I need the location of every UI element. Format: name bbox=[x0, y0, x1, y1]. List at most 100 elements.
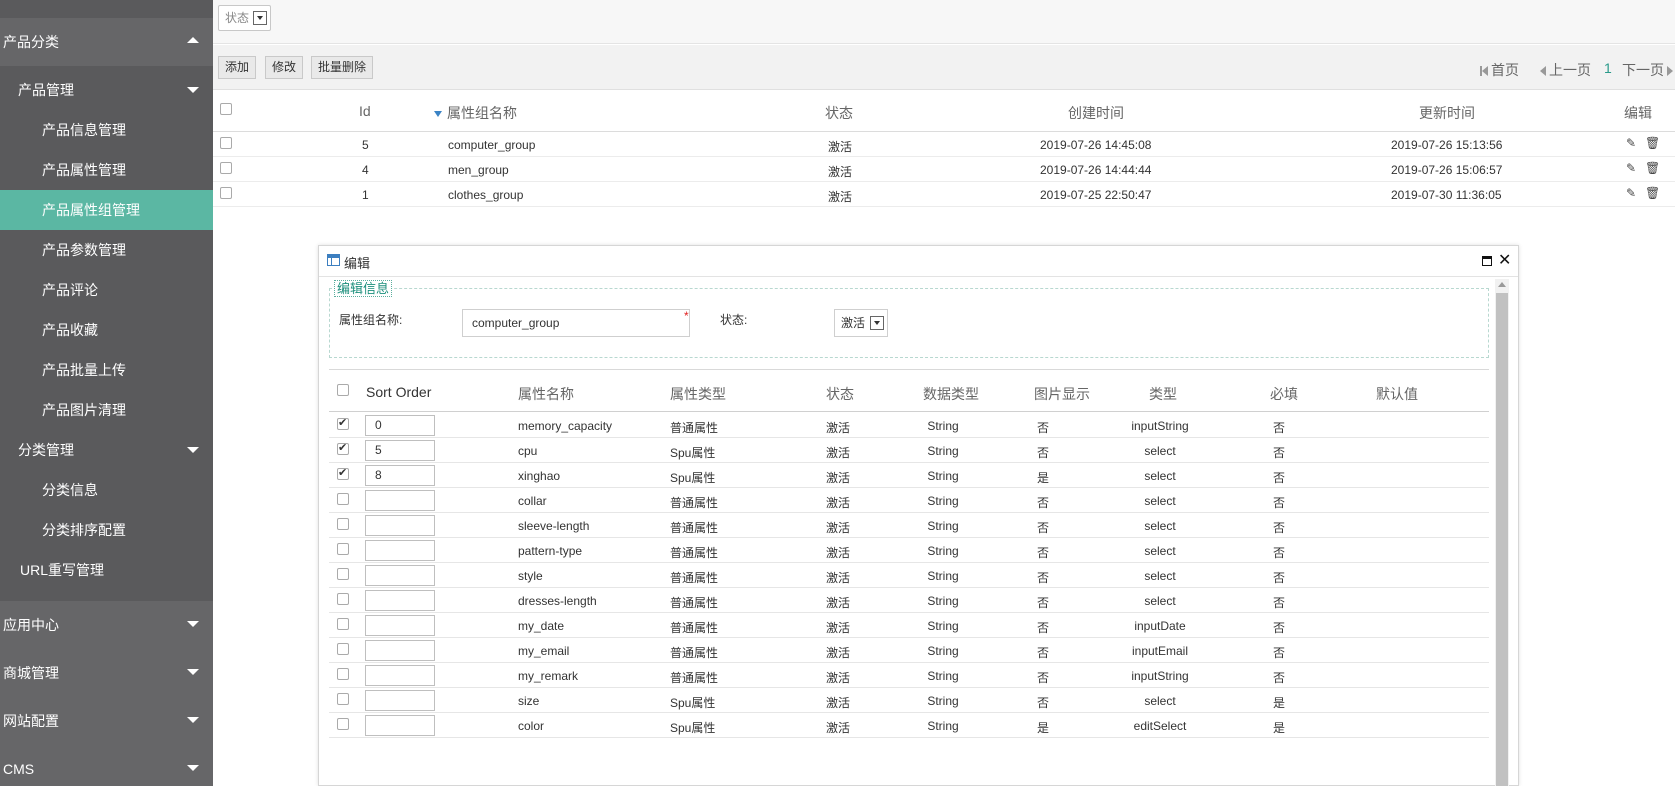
sort-order-input[interactable] bbox=[365, 715, 435, 736]
scrollbar-thumb[interactable] bbox=[1496, 293, 1508, 786]
scroll-up-arrow-icon[interactable] bbox=[1498, 282, 1506, 287]
attribute-row[interactable]: 8 xinghao Spu属性 激活 String 是 select 否 bbox=[329, 463, 1489, 488]
attribute-row[interactable]: my_email 普通属性 激活 String 否 inputEmail 否 bbox=[329, 638, 1489, 663]
select-all-attributes-checkbox[interactable] bbox=[337, 384, 349, 396]
attribute-row[interactable]: pattern-type 普通属性 激活 String 否 select 否 bbox=[329, 538, 1489, 563]
trash-icon[interactable]: 🗑 bbox=[1645, 187, 1660, 199]
sort-order-input[interactable] bbox=[365, 565, 435, 586]
row-checkbox[interactable] bbox=[220, 137, 232, 149]
pencil-icon[interactable]: ✎ bbox=[1626, 137, 1638, 149]
sidebar-item-category-info[interactable]: 分类信息 bbox=[0, 470, 213, 510]
attribute-row-checkbox[interactable] bbox=[337, 416, 349, 430]
attribute-row-checkbox[interactable] bbox=[337, 693, 349, 705]
row-checkbox[interactable] bbox=[220, 187, 232, 199]
select-all-checkbox[interactable] bbox=[220, 103, 232, 115]
column-header-name[interactable]: 属性组名称 bbox=[434, 103, 517, 123]
pencil-icon[interactable]: ✎ bbox=[1626, 187, 1638, 199]
pencil-icon[interactable]: ✎ bbox=[1626, 162, 1638, 174]
sort-order-input[interactable] bbox=[365, 615, 435, 636]
attribute-row[interactable]: style 普通属性 激活 String 否 select 否 bbox=[329, 563, 1489, 588]
sort-order-input[interactable] bbox=[365, 690, 435, 711]
attribute-row-checkbox[interactable] bbox=[337, 643, 349, 655]
status-filter-select[interactable]: 状态 bbox=[218, 5, 271, 31]
sort-order-input[interactable]: 0 bbox=[365, 415, 435, 436]
column-header-status[interactable]: 状态 bbox=[825, 103, 853, 123]
sort-order-input[interactable]: 8 bbox=[365, 465, 435, 486]
trash-icon[interactable]: 🗑 bbox=[1645, 162, 1660, 174]
column-header-created[interactable]: 创建时间 bbox=[1068, 103, 1124, 123]
dialog-titlebar[interactable]: 编辑 ✕ bbox=[319, 246, 1518, 277]
sort-order-input[interactable] bbox=[365, 540, 435, 561]
attribute-row[interactable]: collar 普通属性 激活 String 否 select 否 bbox=[329, 488, 1489, 513]
attribute-row-checkbox[interactable] bbox=[337, 593, 349, 605]
sidebar-item-product-info[interactable]: 产品信息管理 bbox=[0, 110, 213, 150]
attribute-row-checkbox[interactable] bbox=[337, 543, 349, 555]
attribute-row-checkbox[interactable] bbox=[337, 466, 349, 480]
attribute-row-checkbox[interactable] bbox=[337, 493, 349, 505]
attribute-row-checkbox[interactable] bbox=[337, 568, 349, 580]
sort-order-input[interactable] bbox=[365, 490, 435, 511]
attribute-row-checkbox[interactable] bbox=[337, 618, 349, 630]
cell-status: 激活 bbox=[826, 696, 851, 710]
sidebar-item-product-attribute-group[interactable]: 产品属性组管理 bbox=[0, 190, 213, 230]
sidebar-item-product-reviews[interactable]: 产品评论 bbox=[0, 270, 213, 310]
attribute-row-checkbox[interactable] bbox=[337, 668, 349, 680]
maximize-icon[interactable] bbox=[1482, 256, 1492, 266]
row-checkbox[interactable] bbox=[220, 162, 232, 174]
sidebar-group-app-center[interactable]: 应用中心 bbox=[0, 601, 213, 649]
attribute-row[interactable]: dresses-length 普通属性 激活 String 否 select 否 bbox=[329, 588, 1489, 613]
attribute-row[interactable]: my_date 普通属性 激活 String 否 inputDate 否 bbox=[329, 613, 1489, 638]
column-header-id[interactable]: Id bbox=[359, 103, 371, 119]
table-row[interactable]: 5 computer_group 激活 2019-07-26 14:45:08 … bbox=[213, 132, 1675, 157]
attribute-row[interactable]: 0 memory_capacity 普通属性 激活 String 否 inputString… bbox=[329, 413, 1489, 438]
first-page-link[interactable]: 首页 bbox=[1480, 60, 1519, 80]
sort-order-input[interactable]: 5 bbox=[365, 440, 435, 461]
sidebar-group-mall-management[interactable]: 商城管理 bbox=[0, 649, 213, 697]
sidebar-group-cms[interactable]: CMS bbox=[0, 745, 213, 786]
table-row[interactable]: 1 clothes_group 激活 2019-07-25 22:50:47 2… bbox=[213, 182, 1675, 207]
sidebar-group-site-config[interactable]: 网站配置 bbox=[0, 697, 213, 745]
attribute-row[interactable]: sleeve-length 普通属性 激活 String 否 select 否 bbox=[329, 513, 1489, 538]
attribute-row[interactable]: 5 cpu Spu属性 激活 String 否 select 否 bbox=[329, 438, 1489, 463]
sort-order-input[interactable] bbox=[365, 590, 435, 611]
next-page-link[interactable]: 下一页 bbox=[1622, 60, 1673, 80]
table-row[interactable]: 4 men_group 激活 2019-07-26 14:44:44 2019-… bbox=[213, 157, 1675, 182]
attribute-row[interactable]: my_remark 普通属性 激活 String 否 inputString 否 bbox=[329, 663, 1489, 688]
dialog-scrollbar[interactable] bbox=[1495, 279, 1509, 786]
sidebar-item-product-image-cleanup[interactable]: 产品图片清理 bbox=[0, 390, 213, 430]
column-header-updated[interactable]: 更新时间 bbox=[1419, 103, 1475, 123]
sidebar-item-product-management[interactable]: 产品管理 bbox=[0, 70, 213, 110]
trash-icon[interactable]: 🗑 bbox=[1645, 137, 1660, 149]
close-icon[interactable]: ✕ bbox=[1498, 250, 1511, 270]
edit-button[interactable]: 修改 bbox=[265, 56, 304, 79]
cell-attribute-type: 普通属性 bbox=[670, 596, 719, 610]
sidebar-item-label: 产品图片清理 bbox=[42, 402, 126, 418]
status-select[interactable]: 激活 bbox=[834, 309, 888, 337]
sidebar-item-product-params[interactable]: 产品参数管理 bbox=[0, 230, 213, 270]
attribute-row[interactable]: color Spu属性 激活 String 是 editSelect 是 bbox=[329, 713, 1489, 738]
add-button[interactable]: 添加 bbox=[218, 56, 257, 79]
attribute-row-checkbox[interactable] bbox=[337, 441, 349, 455]
sidebar-item-product-batch-upload[interactable]: 产品批量上传 bbox=[0, 350, 213, 390]
sort-order-input[interactable] bbox=[365, 640, 435, 661]
sort-order-input[interactable] bbox=[365, 665, 435, 686]
next-page-icon bbox=[1667, 66, 1673, 76]
name-input[interactable]: computer_group bbox=[462, 309, 690, 337]
sidebar-item-url-rewrite[interactable]: URL重写管理 bbox=[0, 550, 213, 590]
attribute-row-checkbox[interactable] bbox=[337, 518, 349, 530]
cell-image-display: 否 bbox=[1036, 671, 1049, 685]
attribute-row[interactable]: size Spu属性 激活 String 否 select 是 bbox=[329, 688, 1489, 713]
sidebar-item-product-favorites[interactable]: 产品收藏 bbox=[0, 310, 213, 350]
sidebar-item-category-sort-config[interactable]: 分类排序配置 bbox=[0, 510, 213, 550]
sidebar-item-category-management[interactable]: 分类管理 bbox=[0, 430, 213, 470]
cell-data-type: String bbox=[927, 469, 959, 483]
sidebar-item-product-attribute[interactable]: 产品属性管理 bbox=[0, 150, 213, 190]
batch-delete-button[interactable]: 批量删除 bbox=[311, 56, 374, 79]
current-page[interactable]: 1 bbox=[1604, 60, 1612, 76]
attribute-row-checkbox[interactable] bbox=[337, 718, 349, 730]
cell-kind: select bbox=[1144, 694, 1176, 708]
sidebar-group-product-category[interactable]: 产品分类 bbox=[0, 18, 213, 66]
sort-order-input[interactable] bbox=[365, 515, 435, 536]
cell-required: 否 bbox=[1272, 496, 1285, 510]
prev-page-link[interactable]: 上一页 bbox=[1540, 60, 1591, 80]
